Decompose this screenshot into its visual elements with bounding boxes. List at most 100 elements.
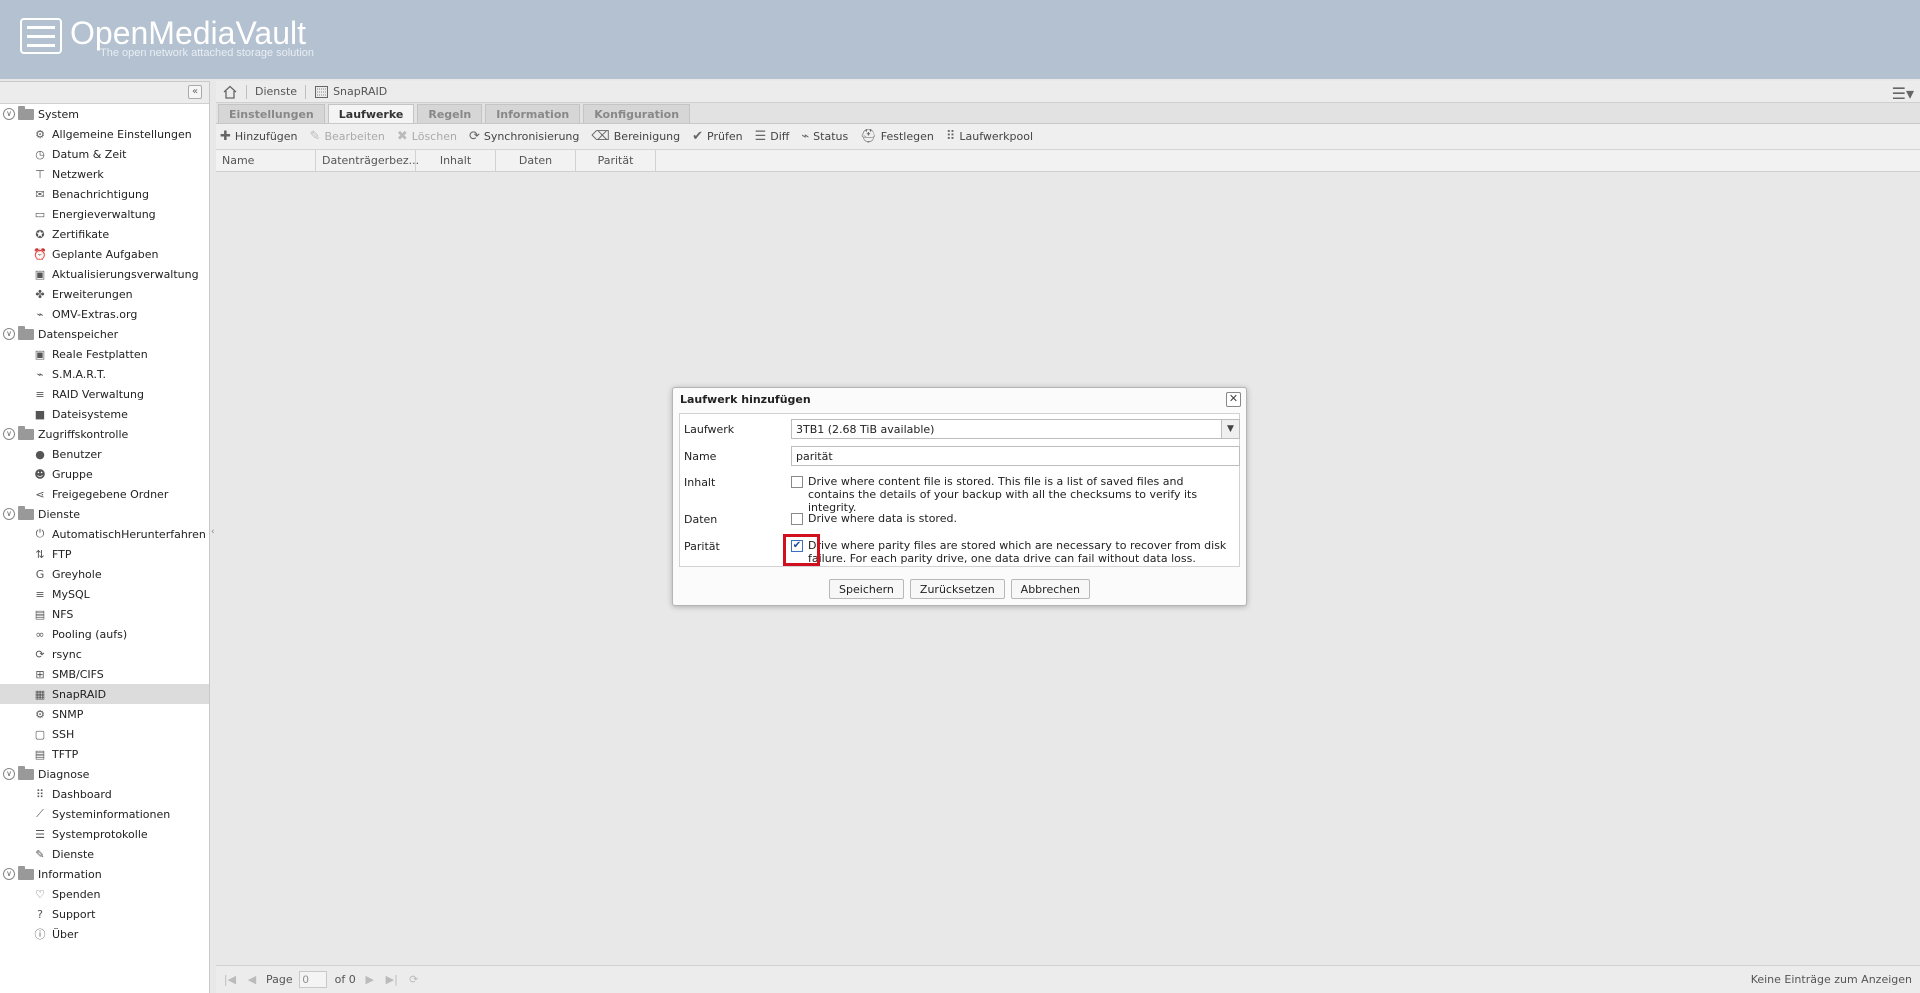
sidebar-item-ssh[interactable]: ▢ SSH (0, 724, 209, 744)
tab-einstellungen[interactable]: Einstellungen (218, 104, 325, 123)
chart-line-icon: ⟋ (36, 807, 44, 820)
sidebar-item-tftp[interactable]: ▤ TFTP (0, 744, 209, 764)
sidebar-item-information[interactable]: ∨ Information (0, 864, 209, 884)
expand-toggle-icon[interactable]: ∨ (3, 108, 15, 120)
tab-information[interactable]: Information (485, 104, 581, 123)
settings-menu-button[interactable]: ☰▾ (1892, 84, 1914, 103)
home-icon[interactable] (222, 85, 238, 99)
sidebar-item-support[interactable]: ? Support (0, 904, 209, 924)
share-icon: ⋖ (35, 487, 45, 501)
sidebar-item-mysql[interactable]: ≡ MySQL (0, 584, 209, 604)
cancel-button[interactable]: Abbrechen (1010, 579, 1090, 599)
collapse-sidebar-button[interactable]: « (188, 85, 202, 99)
sidebar-item-spenden[interactable]: ♡ Spenden (0, 884, 209, 904)
sidebar-item-automatischherunterfahren[interactable]: ⏻ AutomatischHerunterfahren (0, 524, 209, 544)
scrub-button[interactable]: ⌫ Bereinigung (591, 129, 680, 144)
question-icon: ? (37, 907, 43, 921)
last-page-icon[interactable]: ▶| (384, 973, 400, 986)
name-input[interactable] (791, 446, 1240, 466)
sidebar-item-ftp[interactable]: ⇅ FTP (0, 544, 209, 564)
fix-button[interactable]: ⛑ Festlegen (860, 129, 934, 144)
refresh-icon[interactable]: ⟳ (406, 973, 422, 986)
drive-select-value: 3TB1 (2.68 TiB available) (796, 422, 935, 436)
sidebar-item-snmp[interactable]: ⚙ SNMP (0, 704, 209, 724)
sidebar-item-dienste[interactable]: ✎ Dienste (0, 844, 209, 864)
expand-toggle-icon[interactable]: ∨ (3, 768, 15, 780)
close-icon[interactable]: ✕ (1226, 392, 1241, 407)
sidebar-item-systemprotokolle[interactable]: ☰ Systemprotokolle (0, 824, 209, 844)
menu-toggle-button[interactable] (20, 18, 62, 54)
drive-select[interactable]: 3TB1 (2.68 TiB available) ▼ (791, 419, 1240, 439)
sidebar-item-zugriffskontrolle[interactable]: ∨ Zugriffskontrolle (0, 424, 209, 444)
sidebar-item-allgemeine-einstellungen[interactable]: ⚙ Allgemeine Einstellungen (0, 124, 209, 144)
sidebar-item-netzwerk[interactable]: ⊤ Netzwerk (0, 164, 209, 184)
sidebar-item-freigegebene-ordner[interactable]: ⋖ Freigegebene Ordner (0, 484, 209, 504)
tab-konfiguration[interactable]: Konfiguration (583, 104, 691, 123)
expand-toggle-icon[interactable]: ∨ (3, 428, 15, 440)
column-header-name[interactable]: Name (216, 150, 316, 171)
sidebar-item-datum-zeit[interactable]: ◷ Datum & Zeit (0, 144, 209, 164)
expand-toggle-icon[interactable]: ∨ (3, 328, 15, 340)
data-checkbox[interactable] (791, 513, 803, 525)
sidebar-item-label: Dateisysteme (52, 407, 128, 421)
server-icon: ▤ (34, 747, 46, 761)
column-header-content[interactable]: Inhalt (416, 150, 496, 171)
sidebar-item-greyhole[interactable]: G Greyhole (0, 564, 209, 584)
sidebar-item-smb-cifs[interactable]: ⊞ SMB/CIFS (0, 664, 209, 684)
splitter-grip-icon[interactable]: ‹ (211, 527, 215, 537)
sidebar-item-erweiterungen[interactable]: ✤ Erweiterungen (0, 284, 209, 304)
sidebar-item-diagnose[interactable]: ∨ Diagnose (0, 764, 209, 784)
sidebar-item-systeminformationen[interactable]: ⟋ Systeminformationen (0, 804, 209, 824)
tab-regeln[interactable]: Regeln (417, 104, 483, 123)
delete-button[interactable]: ✖ Löschen (397, 129, 457, 144)
column-header-label[interactable]: Datenträgerbez... (316, 150, 419, 171)
edit-button[interactable]: ✎ Bearbeiten (310, 129, 385, 144)
eraser-icon: ⌫ (591, 129, 610, 144)
sidebar-item-benachrichtigung[interactable]: ✉ Benachrichtigung (0, 184, 209, 204)
previous-page-icon[interactable]: ◀ (244, 973, 260, 986)
sidebar-item-raid-verwaltung[interactable]: ≡ RAID Verwaltung (0, 384, 209, 404)
sync-button[interactable]: ⟳ Synchronisierung (469, 129, 579, 144)
sidebar-item-rsync[interactable]: ⟳ rsync (0, 644, 209, 664)
sidebar-item-datenspeicher[interactable]: ∨ Datenspeicher (0, 324, 209, 344)
expand-toggle-icon[interactable]: ∨ (3, 868, 15, 880)
breadcrumb-item-dienste[interactable]: Dienste (255, 85, 297, 98)
sidebar-item-s-m-a-r-t-[interactable]: ⌁ S.M.A.R.T. (0, 364, 209, 384)
next-page-icon[interactable]: ▶ (362, 973, 378, 986)
sidebar-item-label: RAID Verwaltung (52, 387, 144, 401)
sidebar-item-benutzer[interactable]: ● Benutzer (0, 444, 209, 464)
gears-icon: ⚙ (35, 707, 45, 721)
check-button[interactable]: ✔ Prüfen (692, 129, 742, 144)
sidebar-item-über[interactable]: ⓘ Über (0, 924, 209, 944)
tab-laufwerke[interactable]: Laufwerke (327, 104, 415, 123)
sidebar-item-nfs[interactable]: ▤ NFS (0, 604, 209, 624)
add-button[interactable]: ✚ Hinzufügen (220, 129, 298, 144)
chevron-down-icon[interactable]: ▼ (1221, 420, 1239, 438)
sidebar-item-aktualisierungsverwaltung[interactable]: ▣ Aktualisierungsverwaltung (0, 264, 209, 284)
sidebar-item-energieverwaltung[interactable]: ▭ Energieverwaltung (0, 204, 209, 224)
sidebar-item-dienste[interactable]: ∨ Dienste (0, 504, 209, 524)
sidebar-item-omv-extras-org[interactable]: ⌁ OMV-Extras.org (0, 304, 209, 324)
save-button[interactable]: Speichern (829, 579, 904, 599)
first-page-icon[interactable]: |◀ (222, 973, 238, 986)
drive-pool-button[interactable]: ⠿ Laufwerkpool (946, 129, 1033, 144)
sidebar-item-system[interactable]: ∨ System (0, 104, 209, 124)
network-icon: ⊤ (35, 167, 45, 181)
sidebar-item-dateisysteme[interactable]: ■ Dateisysteme (0, 404, 209, 424)
sidebar-item-label: SnapRAID (52, 687, 107, 701)
column-header-data[interactable]: Daten (496, 150, 576, 171)
sidebar-item-gruppe[interactable]: ☻ Gruppe (0, 464, 209, 484)
status-button[interactable]: ⌁ Status (801, 129, 848, 144)
sidebar-item-zertifikate[interactable]: ✪ Zertifikate (0, 224, 209, 244)
diff-button[interactable]: ☰ Diff (755, 129, 790, 144)
sidebar-item-dashboard[interactable]: ⠿ Dashboard (0, 784, 209, 804)
content-checkbox[interactable] (791, 476, 803, 488)
page-number-input[interactable] (298, 971, 327, 988)
reset-button[interactable]: Zurücksetzen (909, 579, 1005, 599)
sidebar-item-geplante-aufgaben[interactable]: ⏰ Geplante Aufgaben (0, 244, 209, 264)
sidebar-item-pooling-aufs-[interactable]: ∞ Pooling (aufs) (0, 624, 209, 644)
sidebar-item-snapraid[interactable]: ▦ SnapRAID (0, 684, 209, 704)
expand-toggle-icon[interactable]: ∨ (3, 508, 15, 520)
column-header-parity[interactable]: Parität (576, 150, 656, 171)
sidebar-item-reale-festplatten[interactable]: ▣ Reale Festplatten (0, 344, 209, 364)
